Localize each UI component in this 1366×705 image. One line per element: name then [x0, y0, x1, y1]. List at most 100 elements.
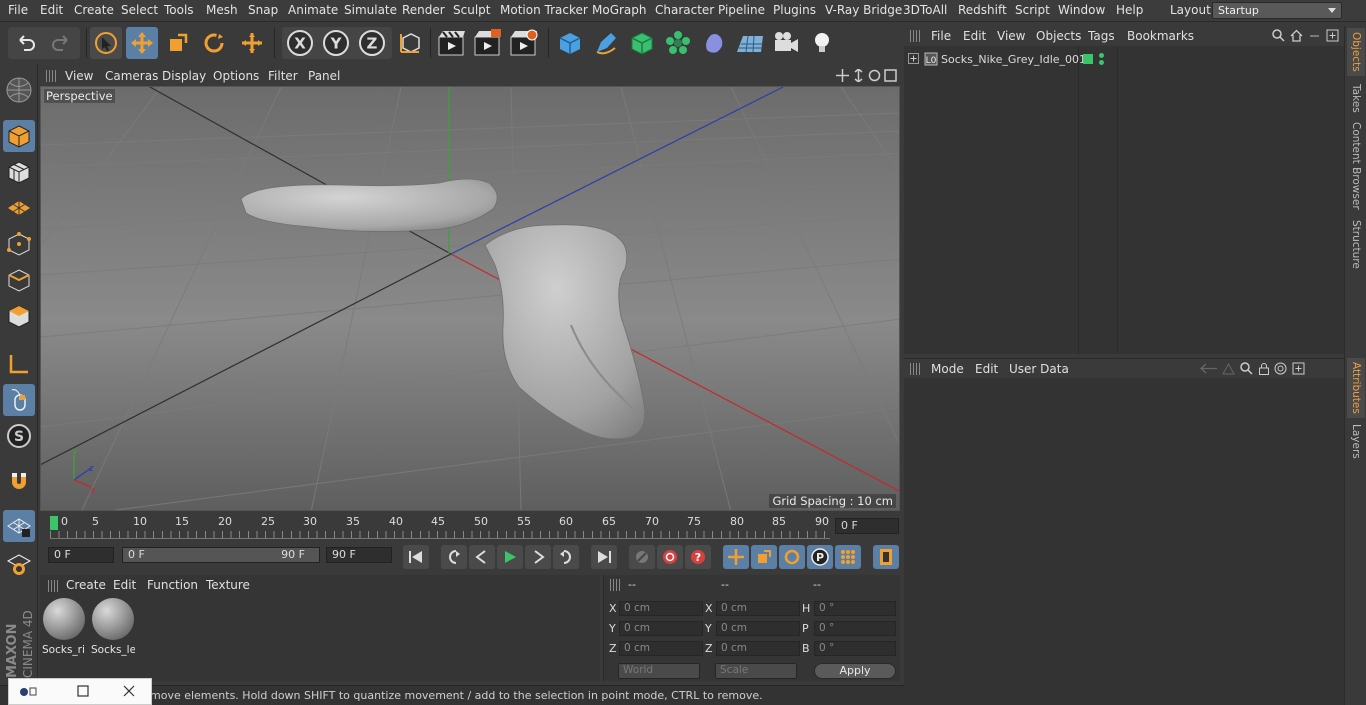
vp-menu-panel[interactable]: Panel	[308, 69, 340, 83]
tab-objects[interactable]: Objects	[1347, 28, 1365, 76]
mat-menu-texture[interactable]: Texture	[206, 578, 250, 592]
deformer-icon[interactable]	[698, 27, 730, 59]
cloner-icon[interactable]	[662, 27, 694, 59]
move-plus-icon[interactable]	[236, 27, 268, 59]
workplane-icon[interactable]	[3, 192, 35, 224]
rotation-b-field[interactable]: 0 °	[814, 641, 896, 656]
playhead[interactable]	[50, 516, 58, 530]
material-swatch[interactable]: Socks_le	[91, 597, 135, 657]
rotate-view-icon[interactable]	[868, 69, 881, 85]
select-arrow-icon[interactable]	[90, 27, 122, 59]
layout-select[interactable]: Startup	[1212, 2, 1342, 19]
size-mode-select[interactable]: Scale	[715, 663, 797, 679]
menu-tools[interactable]: Tools	[164, 3, 194, 17]
obj-menu-tags[interactable]: Tags	[1088, 29, 1115, 43]
previous-frame-icon[interactable]	[469, 545, 495, 569]
tab-takes[interactable]: Takes	[1347, 80, 1365, 116]
previous-key-icon[interactable]	[441, 545, 467, 569]
render-visibility-dot[interactable]	[1099, 60, 1104, 65]
menu-select[interactable]: Select	[121, 3, 158, 17]
frame-range-slider[interactable]: 0 F 90 F	[122, 547, 320, 563]
menu-mesh[interactable]: Mesh	[206, 3, 238, 17]
texture-mode-icon[interactable]	[3, 156, 35, 188]
close-icon[interactable]	[123, 685, 135, 700]
up-arrow-icon[interactable]	[1222, 362, 1235, 378]
tab-content-browser[interactable]: Content Browser	[1347, 120, 1365, 212]
menu-animate[interactable]: Animate	[288, 3, 338, 17]
layer-color-tag[interactable]	[1083, 54, 1093, 64]
coordinate-mode-select[interactable]: World	[618, 663, 700, 679]
lock-icon[interactable]	[1258, 362, 1270, 378]
menu-vray-bridge[interactable]: V-Ray Bridge	[825, 3, 902, 17]
key-rotate-icon[interactable]	[779, 545, 805, 569]
home-icon[interactable]	[1290, 29, 1303, 45]
menu-character[interactable]: Character	[655, 3, 714, 17]
size-x-field[interactable]: 0 cm	[716, 601, 800, 616]
position-x-field[interactable]: 0 cm	[619, 601, 703, 616]
start-frame-field[interactable]: 0 F	[48, 547, 114, 563]
redo-icon[interactable]	[45, 27, 77, 59]
obj-menu-file[interactable]: File	[931, 29, 951, 43]
new-window-icon[interactable]	[1292, 362, 1305, 378]
menu-simulate[interactable]: Simulate	[344, 3, 397, 17]
vp-menu-cameras[interactable]: Cameras	[105, 69, 158, 83]
next-key-icon[interactable]	[553, 545, 579, 569]
go-to-end-icon[interactable]	[591, 545, 617, 569]
render-view-icon[interactable]	[436, 27, 468, 59]
apply-button[interactable]: Apply	[814, 663, 896, 679]
menu-pipeline[interactable]: Pipeline	[718, 3, 765, 17]
menu-motion-tracker[interactable]: Motion Tracker	[500, 3, 588, 17]
play-icon[interactable]	[497, 545, 523, 569]
target-icon[interactable]	[1274, 362, 1287, 378]
size-y-field[interactable]: 0 cm	[716, 621, 800, 636]
object-row[interactable]: L0 Socks_Nike_Grey_Idle_001	[904, 50, 1344, 70]
render-picture-queue-icon[interactable]	[472, 27, 504, 59]
autokey-icon[interactable]	[657, 545, 683, 569]
axis-icon[interactable]	[3, 348, 35, 380]
mat-menu-function[interactable]: Function	[147, 578, 198, 592]
key-move-icon[interactable]	[723, 545, 749, 569]
rotate-icon[interactable]	[198, 27, 230, 59]
snap-grid-icon[interactable]	[3, 510, 35, 542]
key-pla-icon[interactable]	[835, 545, 861, 569]
menu-edit[interactable]: Edit	[40, 3, 63, 17]
attr-menu-edit[interactable]: Edit	[975, 362, 998, 376]
obj-menu-objects[interactable]: Objects	[1036, 29, 1081, 43]
keyframe-help-icon[interactable]: ?	[685, 545, 711, 569]
back-arrow-icon[interactable]	[1200, 362, 1218, 378]
vp-menu-options[interactable]: Options	[213, 69, 259, 83]
size-z-field[interactable]: 0 cm	[716, 641, 800, 656]
restore-window-icon[interactable]	[19, 686, 37, 701]
undo-icon[interactable]	[10, 27, 42, 59]
pen-icon[interactable]	[590, 27, 622, 59]
menu-create[interactable]: Create	[74, 3, 114, 17]
scale-icon[interactable]	[162, 27, 194, 59]
coordinate-system-icon[interactable]	[394, 27, 426, 59]
edges-mode-icon[interactable]	[3, 264, 35, 296]
perspective-viewport[interactable]: y z x Perspective Grid Spacing : 10 cm	[40, 86, 900, 511]
maximize-view-icon[interactable]	[884, 69, 897, 85]
zoom-view-icon[interactable]	[852, 68, 865, 85]
subdivision-icon[interactable]	[626, 27, 658, 59]
rotation-h-field[interactable]: 0 °	[814, 601, 896, 616]
menu-file[interactable]: File	[8, 3, 28, 17]
next-frame-icon[interactable]	[525, 545, 551, 569]
tab-layers[interactable]: Layers	[1347, 422, 1365, 460]
magnet-icon[interactable]	[3, 466, 35, 498]
s-icon[interactable]: S	[3, 420, 35, 452]
obj-menu-bookmarks[interactable]: Bookmarks	[1127, 29, 1194, 43]
tab-structure[interactable]: Structure	[1347, 216, 1365, 272]
menu-help[interactable]: Help	[1116, 3, 1143, 17]
menu-plugins[interactable]: Plugins	[773, 3, 816, 17]
cube-icon[interactable]	[554, 27, 586, 59]
y-axis-icon[interactable]: Y	[320, 27, 352, 59]
object-name[interactable]: Socks_Nike_Grey_Idle_001	[941, 53, 1086, 66]
points-mode-icon[interactable]	[3, 228, 35, 260]
rotation-p-field[interactable]: 0 °	[814, 621, 896, 636]
menu-render[interactable]: Render	[402, 3, 445, 17]
position-y-field[interactable]: 0 cm	[619, 621, 703, 636]
record-disabled-icon[interactable]	[629, 545, 655, 569]
obj-menu-edit[interactable]: Edit	[963, 29, 986, 43]
z-axis-icon[interactable]: Z	[356, 27, 388, 59]
link-icon[interactable]	[1308, 29, 1321, 45]
